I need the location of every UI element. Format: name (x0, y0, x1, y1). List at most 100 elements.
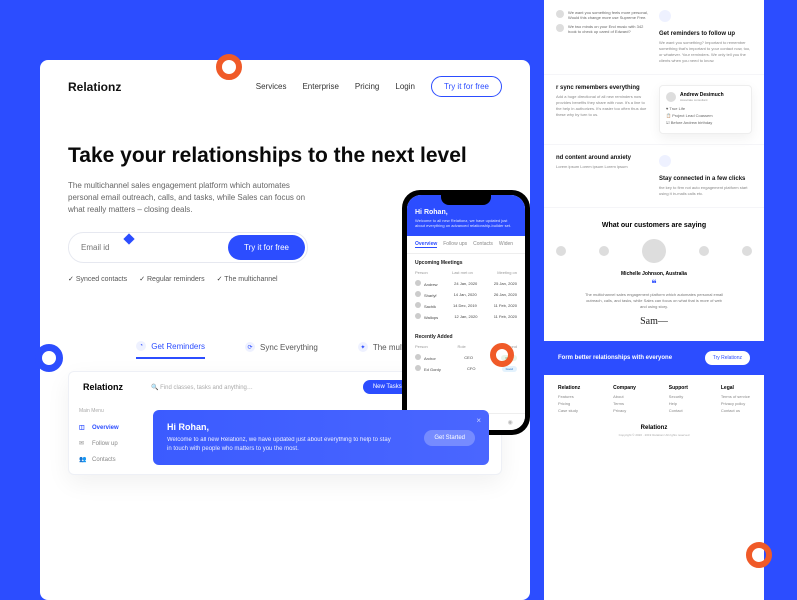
feat-title: Get reminders to follow up (659, 31, 752, 37)
phone-notch (441, 195, 491, 205)
dash-search[interactable]: 🔍 Find classes, tasks and anything… (135, 384, 351, 391)
try-free-button[interactable]: Try it for free (431, 76, 502, 97)
nav-login[interactable]: Login (395, 82, 415, 91)
landing-card: Relationz Services Enterprise Pricing Lo… (40, 60, 530, 600)
close-icon[interactable]: × (476, 416, 481, 425)
footer-link[interactable]: Terms (613, 401, 636, 406)
footer-head: Legal (721, 385, 750, 391)
check-multichannel: The multichannel (217, 275, 278, 283)
footer-link[interactable]: Help (669, 401, 688, 406)
nav-enterprise[interactable]: Enterprise (302, 82, 338, 91)
col-person: Person (415, 270, 428, 275)
avatar[interactable] (556, 246, 566, 256)
quote-icon: ❝ (556, 279, 752, 290)
feature-reminders[interactable]: ◔Get Reminders (136, 341, 205, 359)
phone-mockup: Hi Rohan, Welcome to all new Relationz, … (402, 190, 530, 435)
col-role: Role (458, 344, 466, 349)
welcome-sub: Welcome to all new Relationz, we have up… (167, 436, 397, 453)
footer-link[interactable]: Contact (669, 408, 688, 413)
welcome-title: Hi Rohan, (167, 422, 397, 432)
footer-link[interactable]: Contact us (721, 408, 750, 413)
hero-subtitle: The multichannel sales engagement platfo… (68, 180, 308, 216)
footer-link[interactable]: Case study (558, 408, 580, 413)
sync-icon: ⟳ (245, 342, 255, 352)
footer-head: Relationz (558, 385, 580, 391)
dash-logo: Relationz (83, 382, 123, 392)
footer-link[interactable]: About (613, 394, 636, 399)
footer-link[interactable]: Privacy (613, 408, 636, 413)
feat-title: nd content around anxiety (556, 155, 649, 161)
decor-circle-orange-top (216, 54, 242, 80)
footer-logo: Relationz (544, 425, 764, 431)
card-line: ♥ True Life (666, 106, 745, 111)
decor-circle-orange-bottom-right (746, 542, 772, 568)
col-person2: Person (415, 344, 428, 349)
feat-text: Add a huge directional of all new remind… (556, 94, 649, 118)
phone-greeting-sub: Welcome to all new Relationz, we have up… (415, 218, 517, 228)
side-overview[interactable]: ◫Overview (79, 420, 131, 436)
avatar[interactable] (742, 246, 752, 256)
bell-icon (659, 10, 671, 22)
phone-nav-user-icon[interactable]: ◉ (506, 418, 514, 426)
feat-text: We want you something? Important to reme… (659, 40, 752, 64)
meeting-row: Sachik14 Dec, 201911 Feb, 2020 (415, 300, 517, 311)
col-meeting: Meeting on (497, 270, 517, 275)
phone-tab-overview[interactable]: Overview (415, 241, 437, 248)
mail-icon: ✉ (79, 440, 87, 448)
signature: Sam— (556, 316, 752, 327)
hero-title: Take your relationships to the next leve… (68, 143, 502, 168)
decor-circle-orange-right (490, 343, 514, 367)
testimonials: What our customers are saying Michelle J… (544, 208, 764, 341)
decor-circle-blue-left (35, 344, 63, 372)
card-line: 📋 Project Lead Coassem (666, 113, 745, 118)
avatar-featured[interactable] (642, 239, 666, 263)
card-sub: Associate consultant (680, 98, 724, 102)
channel-icon: ✦ (358, 342, 368, 352)
avatar[interactable] (699, 246, 709, 256)
phone-sec-meetings: Upcoming Meetings (415, 260, 517, 266)
right-column: We want you something feels more persona… (544, 0, 764, 600)
footer-copy: Copyright © 2020 · 2019 Relationz All ri… (544, 433, 764, 437)
footer-link[interactable]: Pricing (558, 401, 580, 406)
logo: Relationz (68, 80, 121, 94)
phone-screen: Hi Rohan, Welcome to all new Relationz, … (407, 195, 525, 430)
testimonials-title: What our customers are saying (556, 222, 752, 229)
email-input[interactable] (69, 235, 226, 260)
phone-sec-recent: Recently Added (415, 334, 517, 340)
nav-pricing[interactable]: Pricing (355, 82, 379, 91)
phone-tab-widen[interactable]: Widen (499, 241, 513, 248)
feature-sync[interactable]: ⟳Sync Everything (245, 341, 318, 359)
main-nav: Services Enterprise Pricing Login Try it… (256, 76, 502, 97)
col-last: Last met on (452, 270, 473, 275)
footer-head: Company (613, 385, 636, 391)
feat-title: Stay connected in a few clicks (659, 176, 752, 182)
feat-text: Lorem ipsum Lorem ipsum Lorem ipsum (556, 164, 649, 170)
footer-link[interactable]: Privacy policy (721, 401, 750, 406)
cta-text: Form better relationships with everyone (558, 355, 672, 361)
phone-greeting: Hi Rohan, (415, 209, 517, 216)
avatar (666, 92, 676, 102)
footer-link[interactable]: Security (669, 394, 688, 399)
email-cta-button[interactable]: Try it for free (228, 235, 305, 260)
header: Relationz Services Enterprise Pricing Lo… (40, 60, 530, 113)
testimonial-name: Michelle Johnson, Australia (556, 271, 752, 277)
link-icon (659, 155, 671, 167)
cta-button[interactable]: Try Relationz (705, 351, 750, 365)
meeting-row: Sharlyf14 Jan, 202026 Jan, 2020 (415, 289, 517, 300)
footer-link[interactable]: Features (558, 394, 580, 399)
phone-tab-contacts[interactable]: Contacts (473, 241, 493, 248)
side-followup[interactable]: ✉Follow up (79, 436, 131, 452)
card-line: ☑ Before Andrew birthday (666, 120, 745, 125)
side-title: Main Menu (79, 408, 131, 414)
feat-text: the key to firm not auto engagement plat… (659, 185, 752, 197)
get-started-button[interactable]: Get Started (424, 430, 475, 446)
footer-link[interactable]: Terms of service (721, 394, 750, 399)
side-contacts[interactable]: 👥Contacts (79, 452, 131, 468)
nav-services[interactable]: Services (256, 82, 287, 91)
feat-title: r sync remembers everything (556, 85, 649, 91)
phone-tab-followups[interactable]: Follow ups (443, 241, 467, 248)
email-signup-row: Try it for free (68, 232, 308, 263)
welcome-banner: Hi Rohan, Welcome to all new Relationz, … (153, 410, 489, 465)
avatar[interactable] (599, 246, 609, 256)
bell-icon: ◔ (136, 341, 146, 351)
